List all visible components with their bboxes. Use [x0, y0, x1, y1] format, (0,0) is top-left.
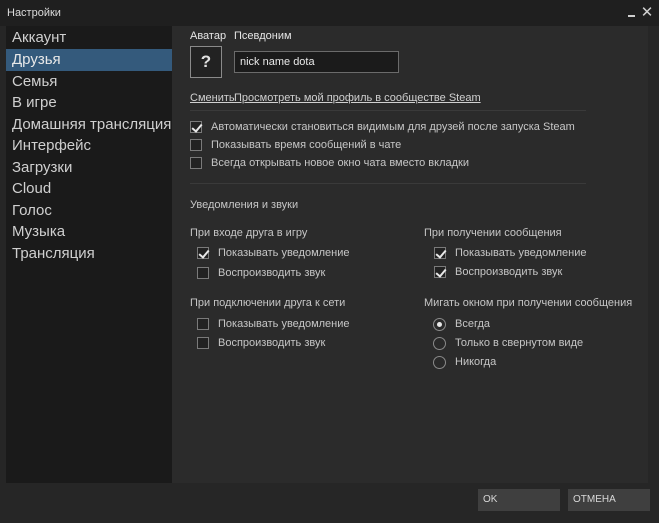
friend-online-sound-label: Воспроизводить звук [218, 337, 326, 349]
change-avatar-link[interactable]: Сменить [190, 92, 235, 104]
sidebar-item-cloud[interactable]: Cloud [6, 178, 172, 200]
notifications-heading: Уведомления и звуки [190, 199, 299, 211]
sidebar-item-account[interactable]: Аккаунт [6, 27, 172, 49]
nickname-label: Псевдоним [234, 30, 292, 42]
view-profile-link[interactable]: Просмотреть мой профиль в сообществе Ste… [234, 92, 481, 104]
sidebar-item-broadcast[interactable]: Трансляция [6, 243, 172, 265]
sidebar-item-friends[interactable]: Друзья [6, 49, 172, 71]
flash-window-title: Мигать окном при получении сообщения [424, 297, 633, 309]
friend-online-notify-checkbox[interactable] [197, 318, 209, 330]
divider [190, 110, 586, 111]
title-bar: Настройки ✕ [0, 0, 659, 26]
sidebar-item-home-streaming[interactable]: Домашняя трансляция [6, 114, 172, 136]
sidebar-item-interface[interactable]: Интерфейс [6, 135, 172, 157]
sidebar-item-in-game[interactable]: В игре [6, 92, 172, 114]
flash-minimized-label: Только в свернутом виде [455, 337, 584, 349]
settings-sidebar: Аккаунт Друзья Семья В игре Домашняя тра… [6, 26, 172, 483]
friends-settings-panel: Аватар Псевдоним ? Сменить Просмотреть м… [172, 26, 648, 483]
show-timestamps-checkbox[interactable] [190, 139, 202, 151]
friend-online-sound-checkbox[interactable] [197, 337, 209, 349]
flash-minimized-radio[interactable] [433, 337, 446, 350]
show-timestamps-label: Показывать время сообщений в чате [211, 139, 402, 151]
flash-always-label: Всегда [455, 318, 491, 330]
minimize-icon[interactable] [625, 4, 639, 20]
friend-joins-game-title: При входе друга в игру [190, 227, 308, 239]
avatar-label: Аватар [190, 30, 227, 42]
friend-joins-game-notify-checkbox[interactable] [197, 247, 209, 259]
sidebar-item-voice[interactable]: Голос [6, 200, 172, 222]
new-window-label: Всегда открывать новое окно чата вместо … [211, 157, 469, 169]
message-received-notify-label: Показывать уведомление [455, 247, 587, 259]
ok-button[interactable]: OK [478, 489, 560, 511]
sidebar-item-downloads[interactable]: Загрузки [6, 157, 172, 179]
message-received-sound-checkbox[interactable] [434, 266, 446, 278]
divider [190, 183, 586, 184]
flash-always-radio[interactable] [433, 318, 446, 331]
friend-online-title: При подключении друга к сети [190, 297, 346, 309]
friend-online-notify-label: Показывать уведомление [218, 318, 350, 330]
sidebar-item-music[interactable]: Музыка [6, 221, 172, 243]
avatar[interactable]: ? [190, 46, 222, 78]
friend-joins-game-sound-checkbox[interactable] [197, 267, 209, 279]
close-icon[interactable]: ✕ [640, 4, 654, 21]
message-received-notify-checkbox[interactable] [434, 247, 446, 259]
flash-never-radio[interactable] [433, 356, 446, 369]
nickname-input[interactable] [234, 51, 399, 73]
sidebar-item-family[interactable]: Семья [6, 71, 172, 93]
friend-joins-game-sound-label: Воспроизводить звук [218, 267, 326, 279]
message-received-sound-label: Воспроизводить звук [455, 266, 563, 278]
auto-visible-checkbox[interactable] [190, 121, 202, 133]
cancel-button[interactable]: ОТМЕНА [568, 489, 650, 511]
friend-joins-game-notify-label: Показывать уведомление [218, 247, 350, 259]
flash-never-label: Никогда [455, 356, 497, 368]
message-received-title: При получении сообщения [424, 227, 562, 239]
new-window-checkbox[interactable] [190, 157, 202, 169]
auto-visible-label: Автоматически становиться видимым для др… [211, 121, 575, 133]
window-title: Настройки [7, 7, 61, 19]
